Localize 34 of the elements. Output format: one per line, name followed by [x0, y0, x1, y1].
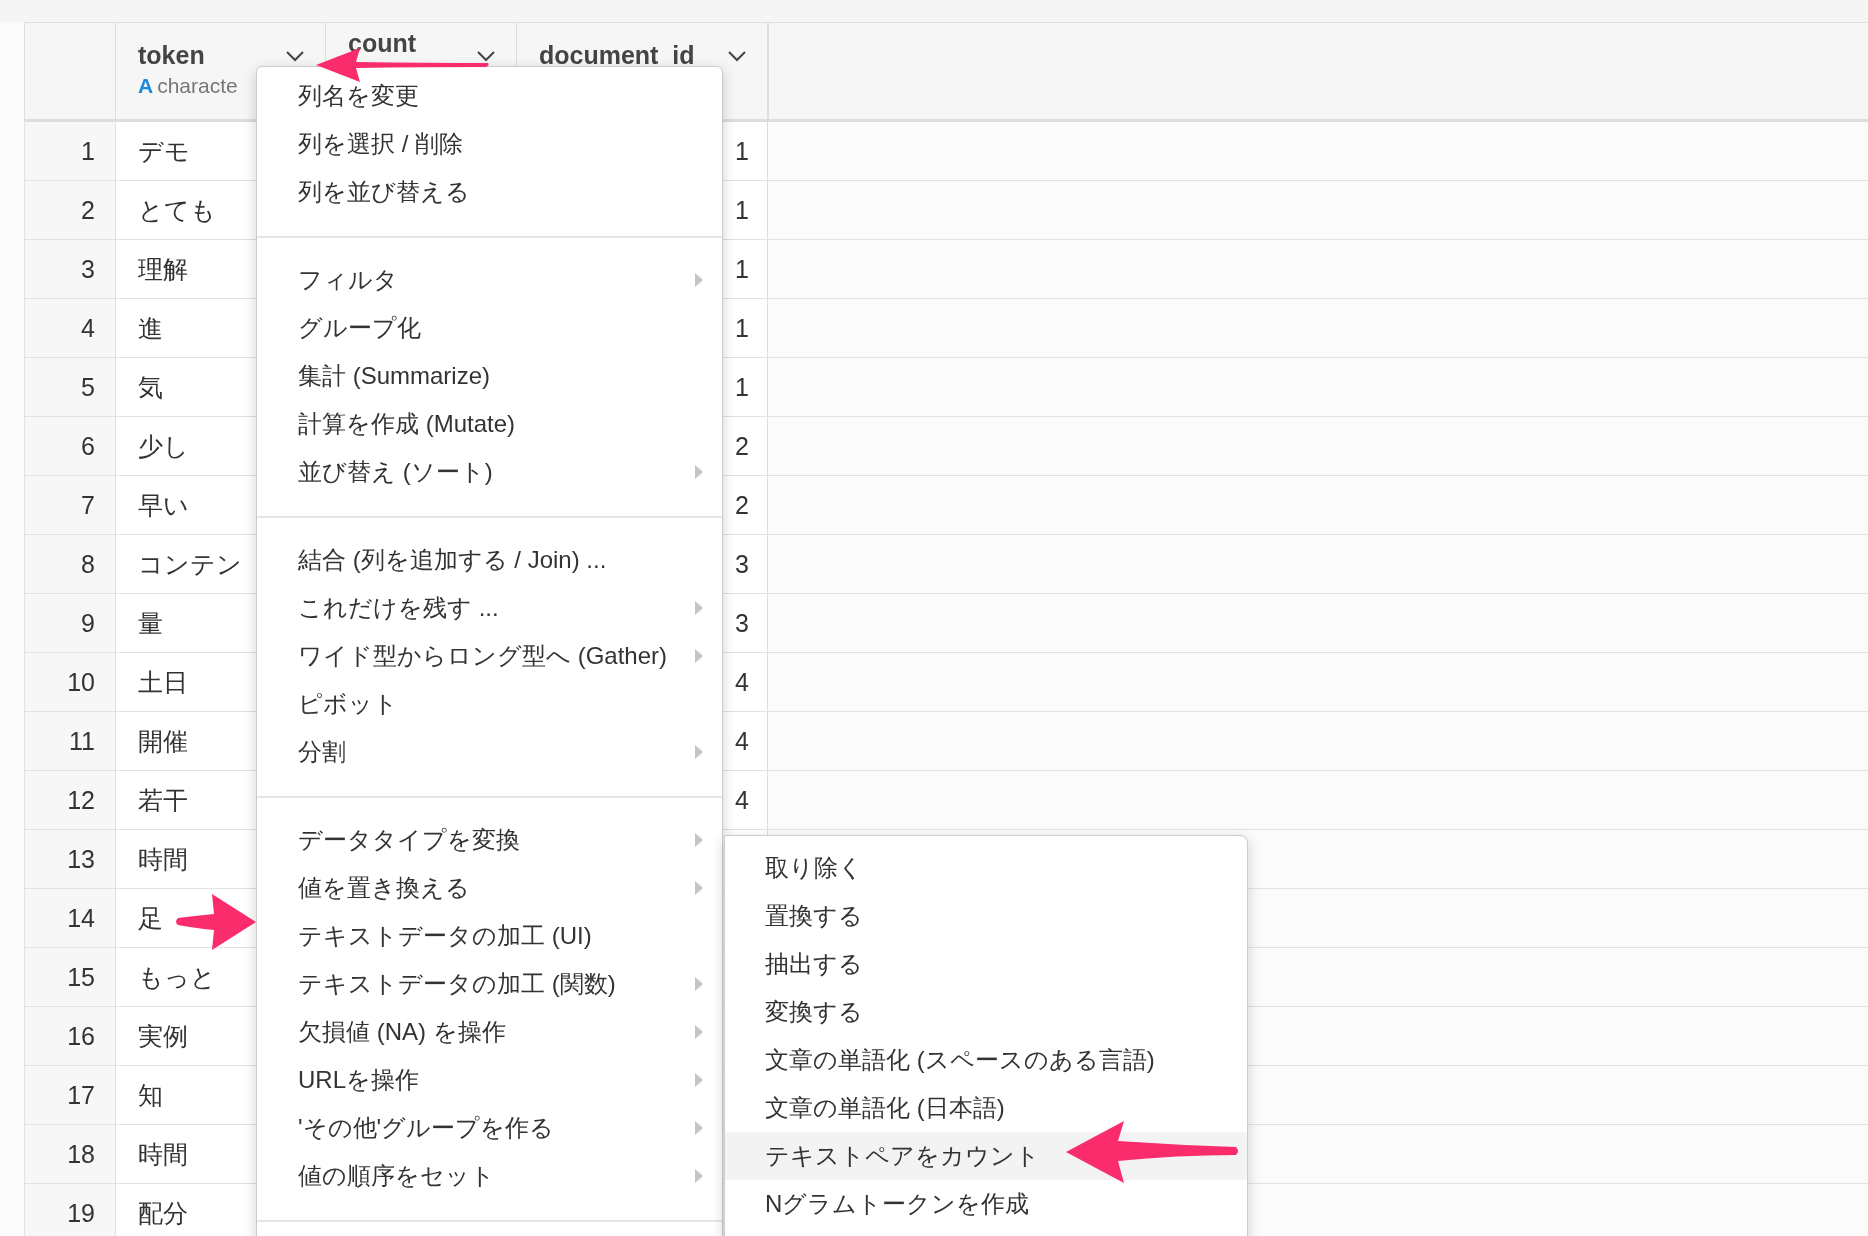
- menu-item[interactable]: 文章の単語化 (スペースのある言語): [725, 1036, 1247, 1084]
- menu-item[interactable]: Nグラムトークンを作成: [725, 1180, 1247, 1228]
- menu-item[interactable]: 抽出する: [725, 940, 1247, 988]
- column-name: document_id: [539, 41, 695, 70]
- menu-item[interactable]: 文章の単語化 (日本語): [725, 1084, 1247, 1132]
- row-number: 9: [24, 594, 115, 652]
- row-number: 18: [24, 1125, 115, 1183]
- row-number: 4: [24, 299, 115, 357]
- column-type: characte: [157, 74, 238, 98]
- row-number: 13: [24, 830, 115, 888]
- row-number: 10: [24, 653, 115, 711]
- menu-item[interactable]: 取り除く: [725, 844, 1247, 892]
- column-name: count: [348, 29, 417, 58]
- type-icon: A: [138, 74, 154, 98]
- menu-item[interactable]: 変換する: [725, 988, 1247, 1036]
- row-number: 15: [24, 948, 115, 1006]
- row-number: 14: [24, 889, 115, 947]
- menu-item[interactable]: 置換する: [725, 892, 1247, 940]
- row-number: 19: [24, 1184, 115, 1236]
- row-number: 16: [24, 1007, 115, 1065]
- column-name: token: [138, 41, 205, 70]
- row-number: 6: [24, 417, 115, 475]
- row-number: 11: [24, 712, 115, 770]
- row-number: 8: [24, 535, 115, 593]
- row-number: 7: [24, 476, 115, 534]
- row-number: 2: [24, 181, 115, 239]
- chevron-down-icon[interactable]: [727, 49, 747, 62]
- row-number: 12: [24, 771, 115, 829]
- row-number: 1: [24, 122, 115, 180]
- row-number: 17: [24, 1066, 115, 1124]
- row-number: 5: [24, 358, 115, 416]
- chevron-down-icon[interactable]: [476, 49, 496, 62]
- row-number: 3: [24, 240, 115, 298]
- chevron-down-icon[interactable]: [285, 49, 305, 62]
